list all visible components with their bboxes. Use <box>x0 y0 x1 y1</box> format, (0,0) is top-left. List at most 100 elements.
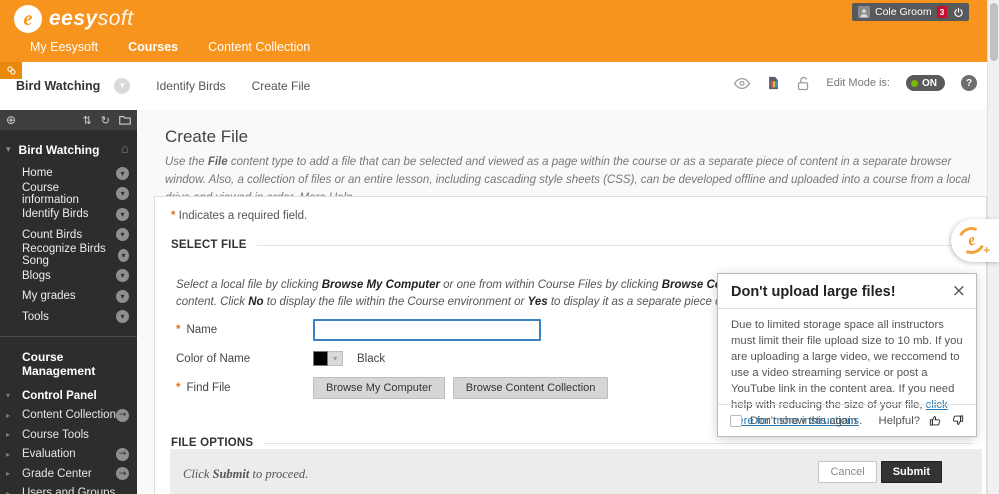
edit-mode-toggle[interactable]: ON <box>906 75 945 91</box>
sidebar-item-my-grades[interactable]: My grades ▾ <box>0 286 137 307</box>
item-options-chevron-icon[interactable]: ▾ <box>116 207 129 221</box>
breadcrumb-create-file[interactable]: Create File <box>252 79 311 93</box>
close-icon[interactable]: × <box>952 283 966 300</box>
item-options-chevron-icon[interactable]: ▾ <box>116 269 129 283</box>
breadcrumb-tools: Edit Mode is: ON ? <box>733 75 977 91</box>
nav-courses[interactable]: Courses <box>128 40 178 54</box>
open-in-new-icon[interactable]: → <box>116 408 129 422</box>
required-asterisk: * <box>176 324 181 336</box>
sidebar-item-course-tools[interactable]: ▸ Course Tools <box>0 425 137 445</box>
sidebar-item-recognize-birds-song[interactable]: Recognize Birds Song ▾ <box>0 243 137 267</box>
color-dropdown-chevron-icon[interactable]: ▾ <box>328 351 343 366</box>
nav-content-collection[interactable]: Content Collection <box>208 40 310 54</box>
eesysoft-helper-tab[interactable]: e ✚ <box>951 219 999 262</box>
eesysoft-logo-icon: e <box>14 5 42 33</box>
color-picker[interactable]: ▾ <box>313 351 343 366</box>
label-text: Find File <box>186 382 231 394</box>
dont-show-again-checkbox[interactable] <box>730 414 742 427</box>
section-title: SELECT FILE <box>171 239 247 251</box>
section-rule <box>256 244 971 246</box>
app-header: e eesysoft My Eesysoft Courses Content C… <box>0 0 999 62</box>
theme-button[interactable] <box>767 76 780 90</box>
breadcrumb-chevron-icon[interactable]: ▾ <box>114 78 131 94</box>
reorder-icon[interactable]: ⇅ <box>83 114 92 127</box>
sidebar-course-title: Bird Watching <box>18 142 100 157</box>
nav-my-eesysoft[interactable]: My Eesysoft <box>30 40 98 54</box>
instr-text: to display the file within the Course en… <box>263 296 528 309</box>
eesysoft-logo: e eesysoft <box>14 5 134 33</box>
desc-bold-file: File <box>207 156 228 168</box>
proceed-text: Click <box>183 467 213 481</box>
sidebar-item-users-and-groups[interactable]: ▸ Users and Groups <box>0 484 137 494</box>
item-options-chevron-icon[interactable]: ▾ <box>116 289 129 303</box>
color-swatch-black[interactable] <box>313 351 328 366</box>
find-file-label: * Find File <box>176 382 313 394</box>
browse-content-collection-button[interactable]: Browse Content Collection <box>452 377 609 399</box>
logout-button[interactable] <box>947 3 969 21</box>
sidebar-item-home[interactable]: Home ▾ <box>0 163 137 184</box>
page-title: Create File <box>165 127 249 146</box>
sidebar-item-control-panel[interactable]: ▾ Control Panel <box>0 386 137 406</box>
helpful-group: Helpful? <box>879 414 964 427</box>
collapse-chevron-icon[interactable]: ▾ <box>6 145 11 155</box>
helpful-label: Helpful? <box>878 414 920 427</box>
menu-label: Home <box>22 167 53 180</box>
submit-button[interactable]: Submit <box>880 461 942 483</box>
item-options-chevron-icon[interactable]: ▾ <box>116 310 129 324</box>
palette-icon <box>769 76 779 90</box>
open-in-new-icon[interactable]: → <box>116 447 129 461</box>
color-value: Black <box>357 352 386 365</box>
thumbs-down-button[interactable] <box>951 414 964 427</box>
sidebar-item-content-collection[interactable]: ▸ Content Collection → <box>0 406 137 426</box>
user-menu[interactable]: Cole Groom 3 ▾ <box>852 3 963 21</box>
sidebar-item-count-birds[interactable]: Count Birds ▾ <box>0 225 137 246</box>
label-text: Color of Name <box>176 352 251 365</box>
folder-view-icon[interactable] <box>119 114 131 127</box>
add-menu-item-button[interactable]: ⊕ <box>6 113 16 127</box>
thumbs-up-button[interactable] <box>929 414 942 427</box>
toggle-green-dot-icon <box>911 79 918 87</box>
course-sidebar: ⊕ ⇅ ↻ ▾ Bird Watching ⌂ Home ▾ Course inf… <box>0 110 137 494</box>
sidebar-item-tools[interactable]: Tools ▾ <box>0 307 137 328</box>
item-options-chevron-icon[interactable]: ▾ <box>116 228 129 242</box>
home-icon[interactable]: ⌂ <box>121 142 129 157</box>
sidebar-course-header[interactable]: ▾ Bird Watching ⌂ <box>0 130 137 163</box>
open-padlock-icon <box>798 76 809 90</box>
breadcrumb-course[interactable]: Bird Watching <box>16 79 100 93</box>
open-in-new-icon[interactable]: → <box>116 467 129 481</box>
menu-label: Course Tools <box>22 428 89 441</box>
scrollbar-thumb[interactable] <box>990 3 998 61</box>
sidebar-item-course-information[interactable]: Course information ▾ <box>0 182 137 206</box>
quick-links-button[interactable] <box>0 62 22 79</box>
breadcrumb-identify-birds[interactable]: Identify Birds <box>156 79 225 93</box>
required-text: Indicates a required field. <box>175 210 308 222</box>
large-files-popup: Don't upload large files! × Due to limit… <box>717 273 977 437</box>
popup-footer: Don't show this again Helpful? <box>718 404 976 436</box>
item-options-chevron-icon[interactable]: ▾ <box>118 248 129 262</box>
find-file-row: * Find File Browse My Computer Browse Con… <box>176 377 616 399</box>
menu-label: Grade Center <box>22 467 92 480</box>
sidebar-item-identify-birds[interactable]: Identify Birds ▾ <box>0 204 137 225</box>
sidebar-item-blogs[interactable]: Blogs ▾ <box>0 266 137 287</box>
name-label: * Name <box>176 324 313 336</box>
item-options-chevron-icon[interactable]: ▾ <box>116 166 129 180</box>
item-options-chevron-icon[interactable]: ▾ <box>116 187 129 201</box>
dont-show-again-label: Don't show this again <box>750 414 858 427</box>
cancel-button[interactable]: Cancel <box>818 461 877 483</box>
name-input[interactable] <box>313 319 541 341</box>
edit-mode-label: Edit Mode is: <box>826 77 890 89</box>
notification-badge: 3 <box>936 6 948 18</box>
help-button[interactable]: ? <box>961 75 977 91</box>
student-preview-button[interactable] <box>733 77 751 90</box>
desc-text: Use the <box>165 156 208 168</box>
sidebar-item-evaluation[interactable]: ▸ Evaluation → <box>0 445 137 465</box>
file-options-section-header: FILE OPTIONS <box>171 437 971 449</box>
sidebar-item-grade-center[interactable]: ▸ Grade Center → <box>0 464 137 484</box>
browse-my-computer-button[interactable]: Browse My Computer <box>313 377 445 399</box>
instr-bold: Browse My Computer <box>321 279 440 291</box>
lock-button[interactable] <box>796 76 810 91</box>
course-management-title: Course Management <box>22 350 96 378</box>
top-nav: My Eesysoft Courses Content Collection <box>30 40 310 54</box>
refresh-icon[interactable]: ↻ <box>101 114 110 127</box>
power-icon <box>953 7 963 17</box>
